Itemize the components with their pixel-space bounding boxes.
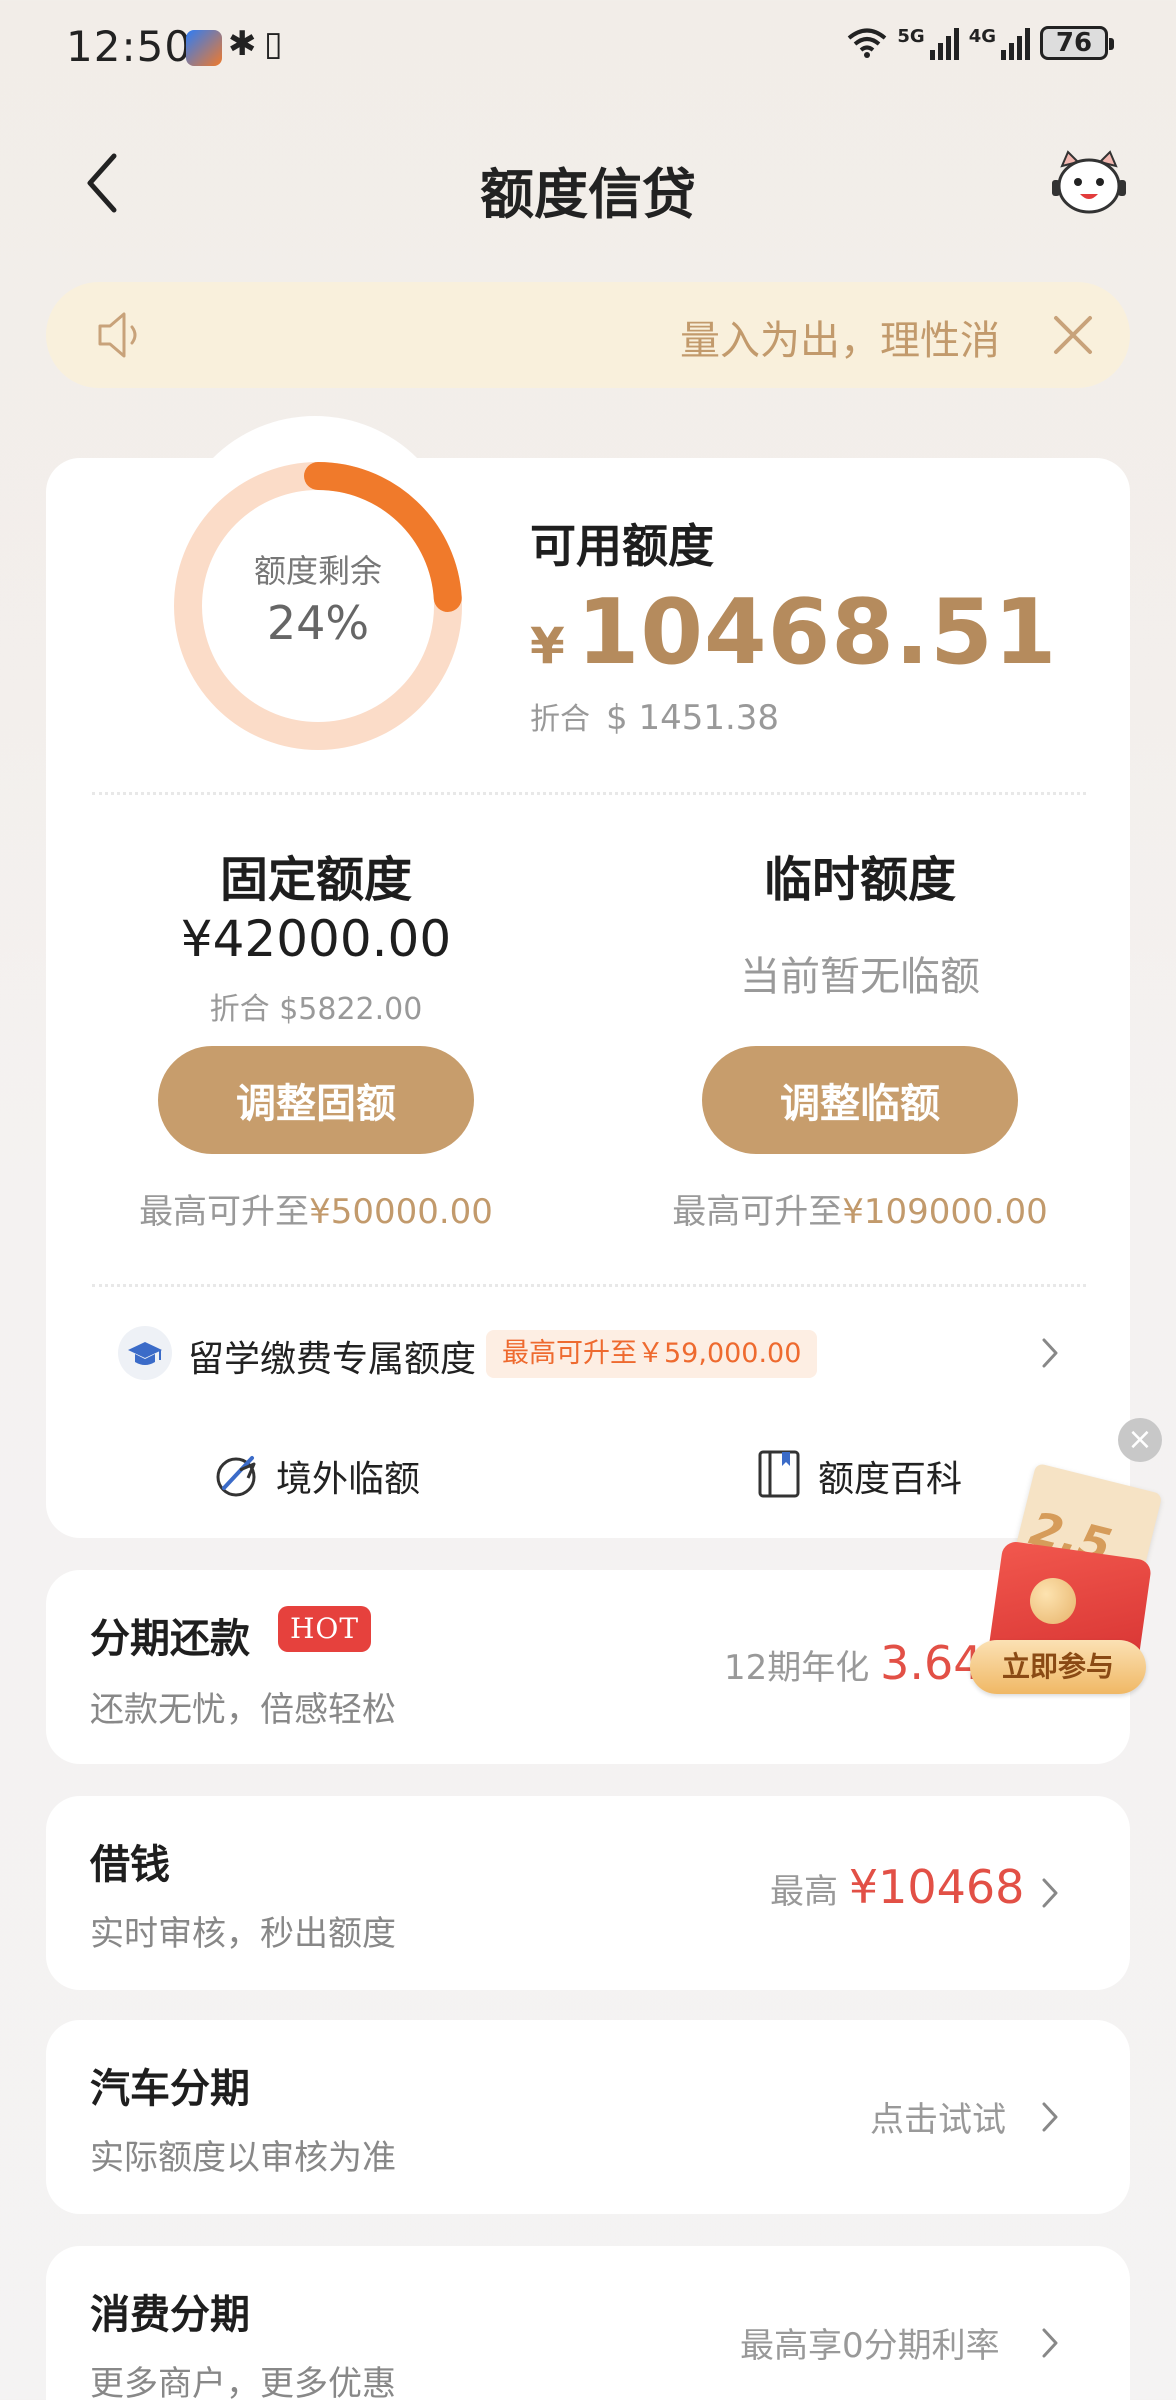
consumer-installment-title: 消费分期 bbox=[90, 2292, 250, 2338]
bluetooth-icon: ✱ bbox=[228, 24, 257, 64]
status-time: 12:50 bbox=[66, 22, 193, 71]
borrow-prefix: 最高 bbox=[770, 1872, 838, 1912]
close-icon[interactable] bbox=[1052, 314, 1094, 356]
status-indicators: 5G 4G 76 bbox=[847, 26, 1114, 60]
installment-repayment-rate: 12期年化 3.64 bbox=[724, 1636, 983, 1690]
borrow-value: ¥10468 bbox=[848, 1860, 1025, 1914]
plane-globe-icon[interactable] bbox=[212, 1450, 262, 1500]
temp-note-value: ¥109000.00 bbox=[842, 1192, 1048, 1232]
adjust-fixed-credit-button[interactable]: 调整固额 bbox=[158, 1046, 474, 1154]
car-installment-subtitle: 实际额度以审核为准 bbox=[90, 2138, 396, 2178]
fixed-credit-amount: ¥42000.00 bbox=[180, 910, 452, 968]
chevron-right-icon[interactable] bbox=[1040, 1876, 1060, 1910]
rate-prefix: 12期年化 bbox=[724, 1648, 870, 1688]
adjust-temp-credit-button[interactable]: 调整临额 bbox=[702, 1046, 1018, 1154]
signal-5g-icon: 5G bbox=[897, 26, 959, 60]
fixed-credit-usd: 折合 $5822.00 bbox=[209, 992, 423, 1027]
car-installment-action: 点击试试 bbox=[870, 2100, 1006, 2140]
app-notification-icon bbox=[186, 30, 222, 66]
chevron-right-icon[interactable] bbox=[1040, 2326, 1060, 2360]
study-abroad-credit-link[interactable]: 留学缴费专属额度 bbox=[188, 1330, 476, 1382]
gold-coin-icon bbox=[1030, 1578, 1076, 1624]
consumer-installment-offer: 最高享0分期利率 bbox=[740, 2326, 1000, 2366]
borrow-money-max: 最高 ¥10468 bbox=[770, 1860, 1024, 1914]
ring-percent: 24% bbox=[266, 596, 370, 650]
credit-wiki-link[interactable]: 额度百科 bbox=[818, 1450, 962, 1502]
usd-value: $ 1451.38 bbox=[606, 698, 780, 738]
fixed-credit-max-note: 最高可升至¥50000.00 bbox=[86, 1184, 546, 1233]
battery-icon: 76 bbox=[1040, 26, 1114, 60]
divider bbox=[92, 792, 1086, 795]
available-amount-value: 10468.51 bbox=[576, 580, 1058, 685]
promo-close-icon[interactable]: × bbox=[1118, 1418, 1162, 1462]
available-credit-amount: ¥10468.51 bbox=[530, 580, 1057, 685]
borrow-money-title: 借钱 bbox=[90, 1842, 170, 1888]
study-abroad-badge: 最高可升至￥59,000.00 bbox=[486, 1330, 818, 1378]
fixed-credit-title: 固定额度 bbox=[219, 852, 412, 908]
installment-repayment-title: 分期还款 bbox=[90, 1616, 250, 1662]
speaker-icon bbox=[98, 312, 137, 358]
currency-symbol: ¥ bbox=[530, 617, 565, 675]
consumer-installment-subtitle: 更多商户，更多优惠 bbox=[90, 2364, 396, 2400]
temp-note-prefix: 最高可升至 bbox=[672, 1192, 843, 1232]
chevron-right-icon[interactable] bbox=[1040, 2100, 1060, 2134]
overseas-temp-credit-link[interactable]: 境外临额 bbox=[276, 1450, 420, 1502]
temp-credit-status: 当前暂无临额 bbox=[740, 954, 980, 1000]
fixed-note-prefix: 最高可升至 bbox=[139, 1192, 310, 1232]
car-installment-title: 汽车分期 bbox=[90, 2066, 250, 2112]
wifi-icon bbox=[848, 28, 887, 58]
installment-repayment-subtitle: 还款无忧，倍感轻松 bbox=[90, 1690, 396, 1730]
hot-badge: HOT bbox=[278, 1606, 372, 1652]
temp-credit-title: 临时额度 bbox=[763, 852, 956, 908]
page-title: 额度信贷 bbox=[480, 163, 696, 226]
available-credit-title: 可用额度 bbox=[530, 519, 714, 573]
rate-value: 3.64 bbox=[880, 1636, 983, 1690]
customer-service-mascot-icon[interactable] bbox=[1050, 148, 1128, 218]
join-now-button[interactable]: 立即参与 bbox=[970, 1640, 1146, 1694]
ring-label: 额度剩余 bbox=[253, 552, 382, 590]
notice-text: 量入为出，理性消 bbox=[680, 318, 1000, 364]
signal-4g-icon: 4G bbox=[969, 26, 1030, 60]
borrow-money-subtitle: 实时审核，秒出额度 bbox=[90, 1914, 396, 1954]
vibrate-icon: ▯ bbox=[264, 24, 283, 64]
fixed-note-value: ¥50000.00 bbox=[309, 1192, 493, 1232]
divider bbox=[92, 1284, 1086, 1287]
usd-prefix: 折合 bbox=[530, 702, 590, 737]
available-credit-usd: 折合 $ 1451.38 bbox=[530, 694, 779, 738]
graduation-cap-icon bbox=[118, 1326, 172, 1380]
chevron-right-icon[interactable] bbox=[1040, 1336, 1060, 1370]
book-icon[interactable] bbox=[756, 1448, 802, 1500]
temp-credit-max-note: 最高可升至¥109000.00 bbox=[630, 1184, 1090, 1233]
